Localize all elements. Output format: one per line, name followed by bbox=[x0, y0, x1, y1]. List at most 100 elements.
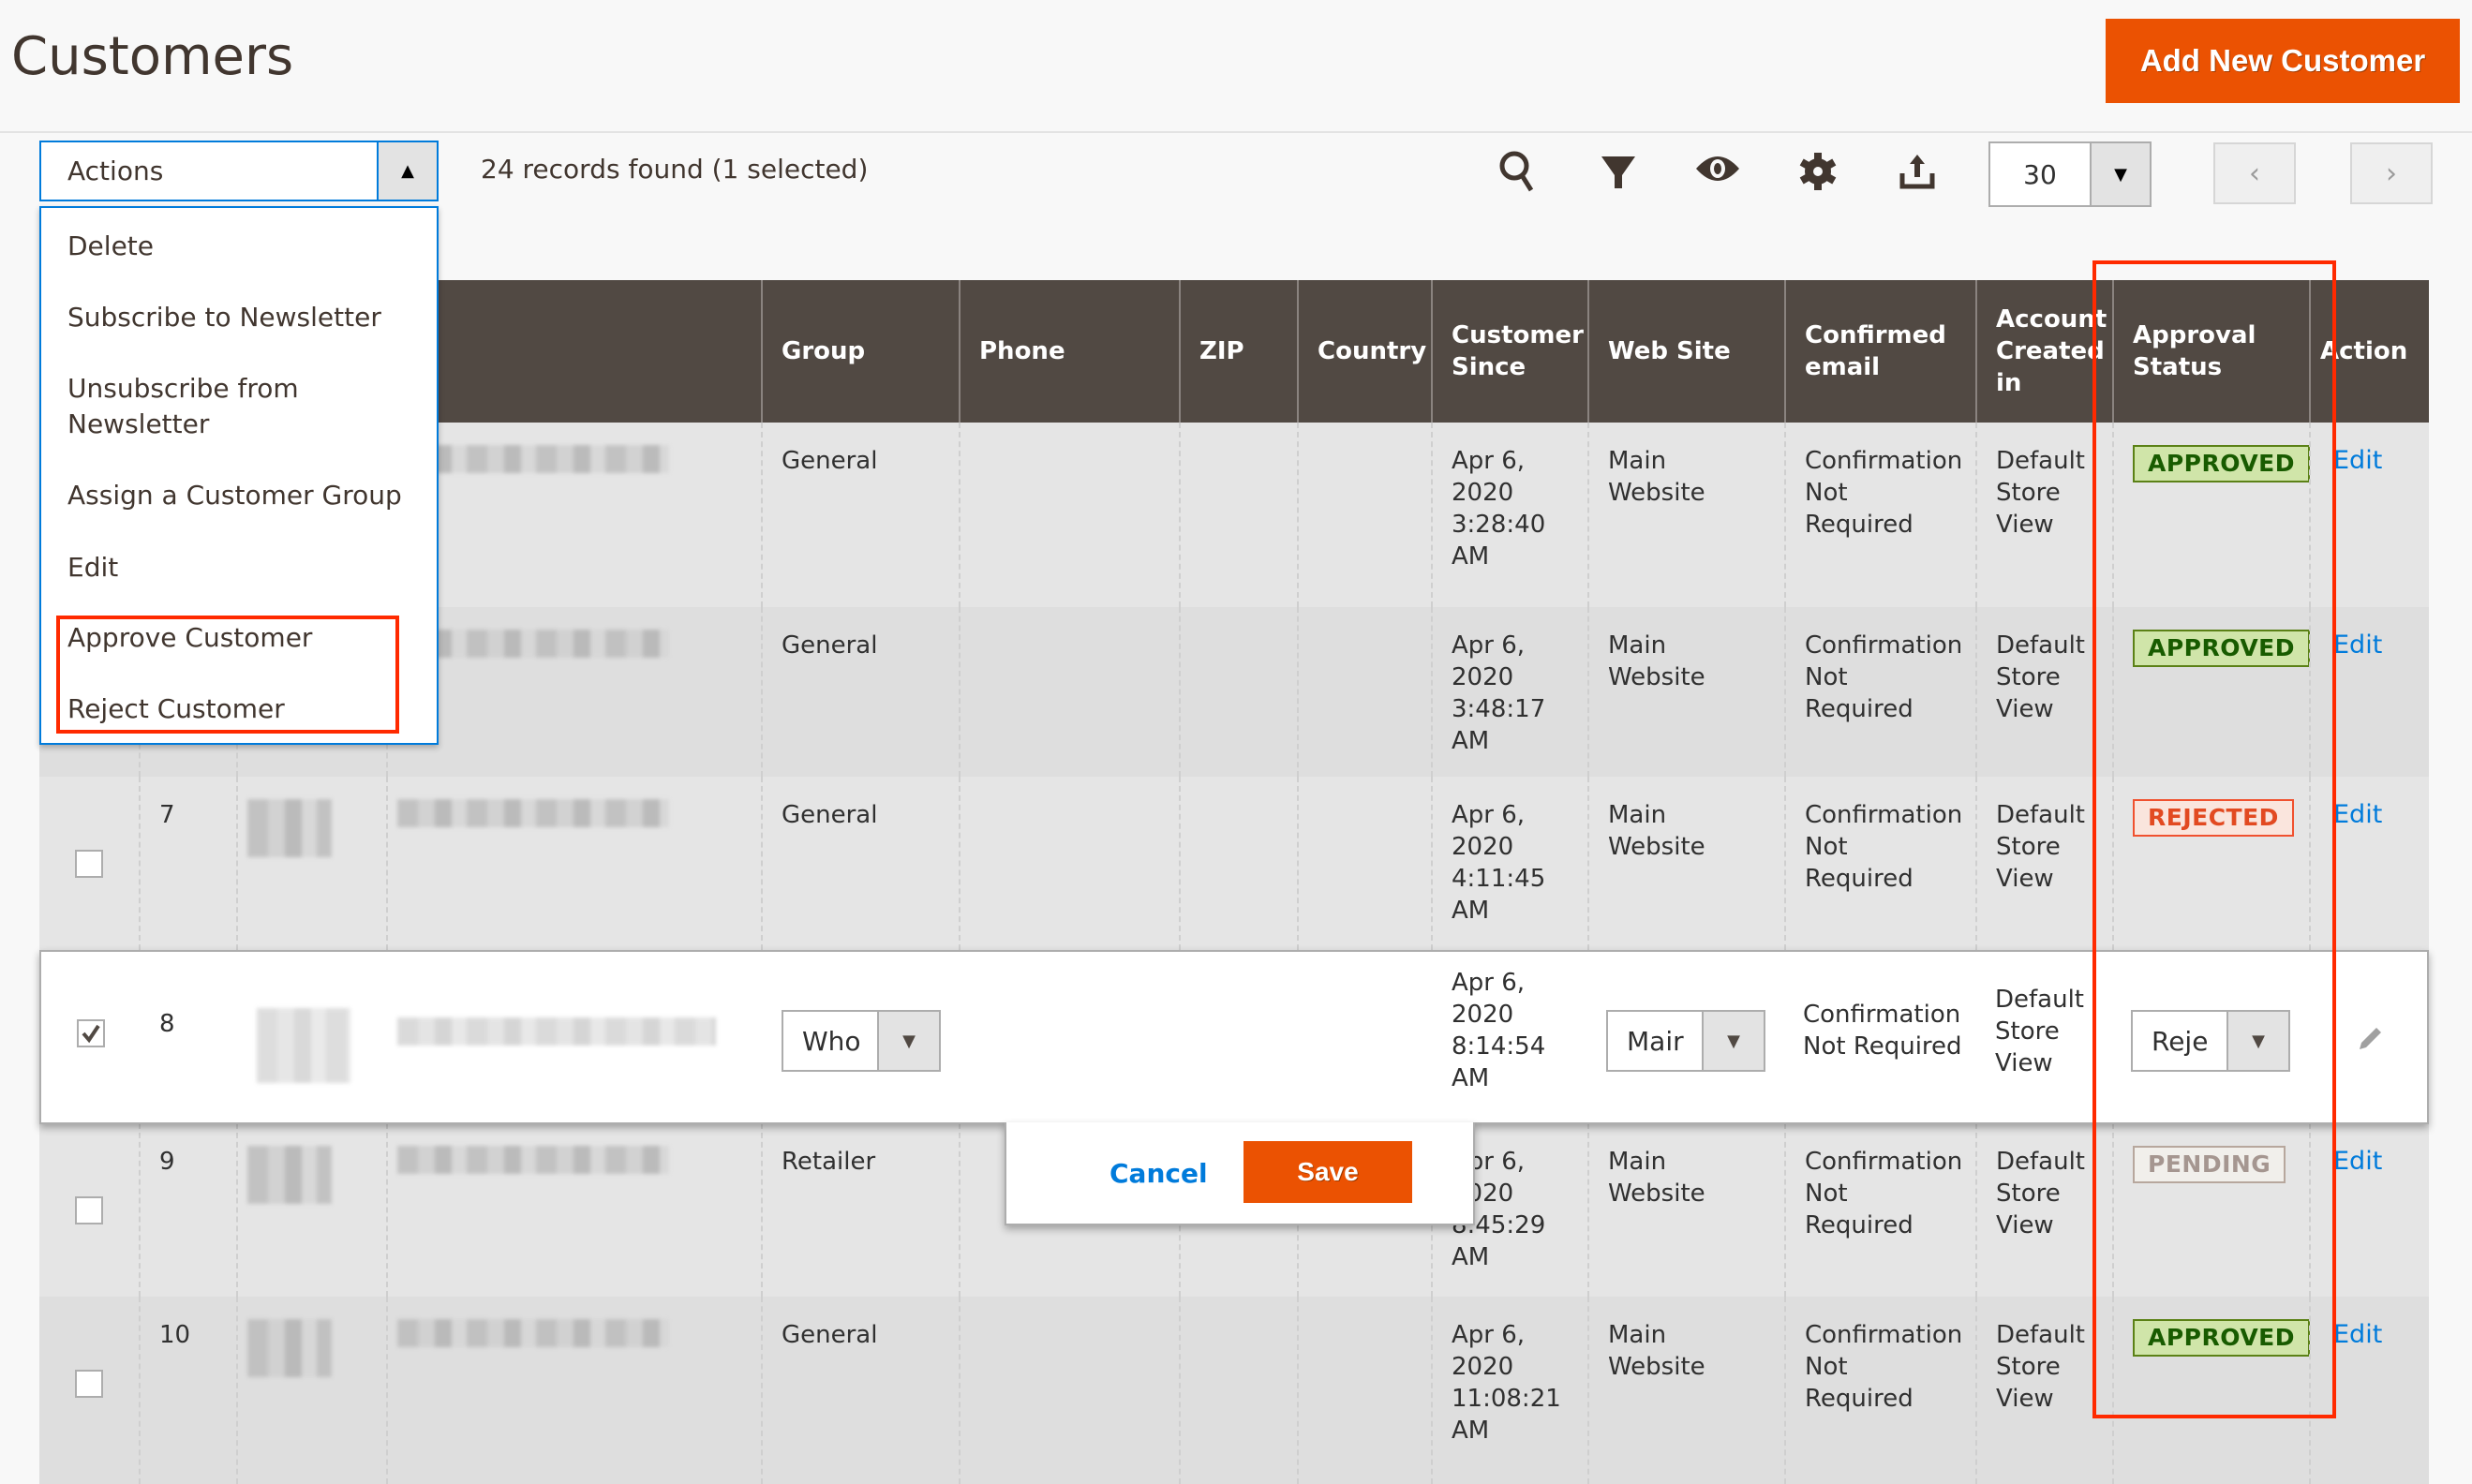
edit-link[interactable]: Edit bbox=[2333, 631, 2382, 660]
per-page-value: 30 bbox=[2023, 158, 2057, 190]
save-button[interactable]: Save bbox=[1243, 1141, 1412, 1203]
status-badge: APPROVED bbox=[2133, 445, 2311, 482]
chevron-down-icon[interactable]: ▼ bbox=[1702, 1012, 1764, 1070]
cell-confirmed-email: Confirmation Not Required bbox=[1784, 777, 1975, 950]
per-page-select[interactable]: 30 ▼ bbox=[1988, 141, 2152, 207]
menu-item-subscribe-newsletter[interactable]: Subscribe to Newsletter bbox=[67, 300, 381, 335]
row-id: 8 bbox=[159, 1010, 175, 1038]
cell-phone bbox=[959, 777, 1179, 950]
cell-action: Edit bbox=[2309, 777, 2429, 950]
status-badge: REJECTED bbox=[2133, 799, 2294, 837]
cell-zip bbox=[1179, 1297, 1297, 1484]
cell-email bbox=[386, 777, 761, 950]
cell-account-created-in: Default Store View bbox=[1975, 607, 2112, 777]
row-checkbox[interactable] bbox=[75, 1370, 103, 1398]
columns-button[interactable] bbox=[1690, 141, 1746, 197]
next-page-button[interactable]: › bbox=[2350, 142, 2433, 204]
col-customer-since[interactable]: Customer Since bbox=[1431, 280, 1587, 423]
header-divider bbox=[0, 131, 2472, 133]
status-badge: APPROVED bbox=[2133, 1319, 2311, 1357]
cell-country bbox=[1297, 423, 1431, 607]
cell-group: General bbox=[761, 1297, 959, 1484]
eye-icon bbox=[1696, 156, 1739, 181]
name-redacted bbox=[247, 1146, 332, 1204]
export-button[interactable] bbox=[1889, 143, 1945, 200]
chevron-up-icon[interactable]: ▲ bbox=[377, 142, 437, 200]
cell-approval-status: APPROVED bbox=[2112, 607, 2311, 777]
gear-icon bbox=[1799, 153, 1837, 190]
cancel-button[interactable]: Cancel bbox=[1109, 1158, 1208, 1189]
edit-link[interactable]: Edit bbox=[2333, 1320, 2382, 1349]
filters-button[interactable] bbox=[1590, 143, 1646, 200]
export-icon bbox=[1899, 155, 1935, 189]
cell-web-site: Main Website bbox=[1587, 1123, 1784, 1297]
cell-name bbox=[236, 1123, 386, 1297]
cell-confirmed-email: Confirmation Not Required bbox=[1784, 423, 1975, 607]
search-icon bbox=[1499, 151, 1534, 192]
previous-page-button[interactable]: ‹ bbox=[2213, 142, 2296, 204]
row-checkbox-checked[interactable] bbox=[77, 1019, 105, 1047]
menu-item-assign-group[interactable]: Assign a Customer Group bbox=[67, 478, 402, 513]
email-redacted bbox=[397, 1319, 669, 1347]
cell-group: General bbox=[761, 777, 959, 950]
approval-status-select[interactable]: Reje ▼ bbox=[2131, 1010, 2290, 1072]
edit-link[interactable]: Edit bbox=[2333, 446, 2382, 475]
cell-customer-since: Apr 6, 2020 4:11:45 AM bbox=[1431, 777, 1587, 950]
row-checkbox[interactable] bbox=[75, 850, 103, 878]
settings-button[interactable] bbox=[1790, 143, 1846, 200]
cell-id: 7 bbox=[139, 777, 236, 950]
cell-approval-status: PENDING bbox=[2112, 1123, 2309, 1297]
cell-id: 10 bbox=[139, 1297, 236, 1484]
chevron-down-icon[interactable]: ▼ bbox=[2226, 1012, 2288, 1070]
menu-item-unsubscribe-newsletter[interactable]: Unsubscribe from Newsletter bbox=[67, 371, 330, 442]
col-account-created-in[interactable]: Account Created in bbox=[1975, 280, 2112, 423]
email-redacted bbox=[397, 1017, 716, 1046]
records-count: 24 records found (1 selected) bbox=[481, 154, 869, 185]
checkmark-icon bbox=[82, 1024, 100, 1044]
pencil-icon[interactable] bbox=[2356, 1025, 2384, 1057]
col-group[interactable]: Group bbox=[761, 280, 959, 423]
chevron-down-icon[interactable]: ▼ bbox=[877, 1012, 939, 1070]
group-select[interactable]: Who ▼ bbox=[782, 1010, 941, 1072]
name-redacted bbox=[257, 1008, 350, 1083]
cell-action: Edit bbox=[2309, 423, 2429, 607]
cell-group: Retailer bbox=[761, 1123, 959, 1297]
page-title: Customers bbox=[11, 26, 294, 87]
menu-item-reject-customer[interactable]: Reject Customer bbox=[67, 691, 285, 727]
cell-account-created-in: Default Store View bbox=[1975, 423, 2112, 607]
menu-item-delete[interactable]: Delete bbox=[67, 229, 154, 264]
col-country[interactable]: Country bbox=[1297, 280, 1431, 423]
cell-customer-since: Apr 6, 2020 3:28:40 AM bbox=[1431, 423, 1587, 607]
cell-web-site: Main Website bbox=[1587, 1297, 1784, 1484]
row-checkbox[interactable] bbox=[75, 1196, 103, 1224]
status-badge: PENDING bbox=[2133, 1146, 2286, 1183]
cell-web-site: Main Website bbox=[1587, 777, 1784, 950]
cell-email bbox=[386, 607, 761, 777]
status-badge: APPROVED bbox=[2133, 630, 2311, 667]
edit-link[interactable]: Edit bbox=[2333, 800, 2382, 829]
edit-link[interactable]: Edit bbox=[2333, 1147, 2382, 1176]
chevron-down-icon[interactable]: ▼ bbox=[2090, 143, 2150, 205]
website-select[interactable]: Mair ▼ bbox=[1606, 1010, 1765, 1072]
search-button[interactable] bbox=[1490, 143, 1546, 200]
col-zip[interactable]: ZIP bbox=[1179, 280, 1297, 423]
col-phone[interactable]: Phone bbox=[959, 280, 1179, 423]
cell-email bbox=[386, 1297, 761, 1484]
add-new-customer-button[interactable]: Add New Customer bbox=[2106, 19, 2460, 103]
filter-icon bbox=[1601, 156, 1635, 188]
cell-account-created-in: Default Store View bbox=[1975, 1123, 2112, 1297]
inline-edit-actions: Cancel Save bbox=[1005, 1122, 1475, 1225]
col-approval-status[interactable]: Approval Status bbox=[2112, 280, 2309, 423]
cell-phone bbox=[959, 607, 1179, 777]
col-web-site[interactable]: Web Site bbox=[1587, 280, 1784, 423]
actions-dropdown[interactable]: Actions ▲ bbox=[39, 141, 439, 201]
col-confirmed-email[interactable]: Confirmed email bbox=[1784, 280, 1975, 423]
cell-account-created-in: Default Store View bbox=[1975, 777, 2112, 950]
cell-approval-status: REJECTED bbox=[2112, 777, 2309, 950]
cell-email bbox=[386, 423, 761, 607]
cell-name bbox=[236, 1297, 386, 1484]
menu-item-approve-customer[interactable]: Approve Customer bbox=[67, 620, 312, 656]
menu-item-edit[interactable]: Edit bbox=[67, 550, 118, 586]
inline-edit-row: 8 Who ▼ Apr 6, 2020 8:14:54 AM Mair ▼ Co… bbox=[39, 950, 2429, 1124]
col-email[interactable]: ail bbox=[386, 280, 761, 423]
